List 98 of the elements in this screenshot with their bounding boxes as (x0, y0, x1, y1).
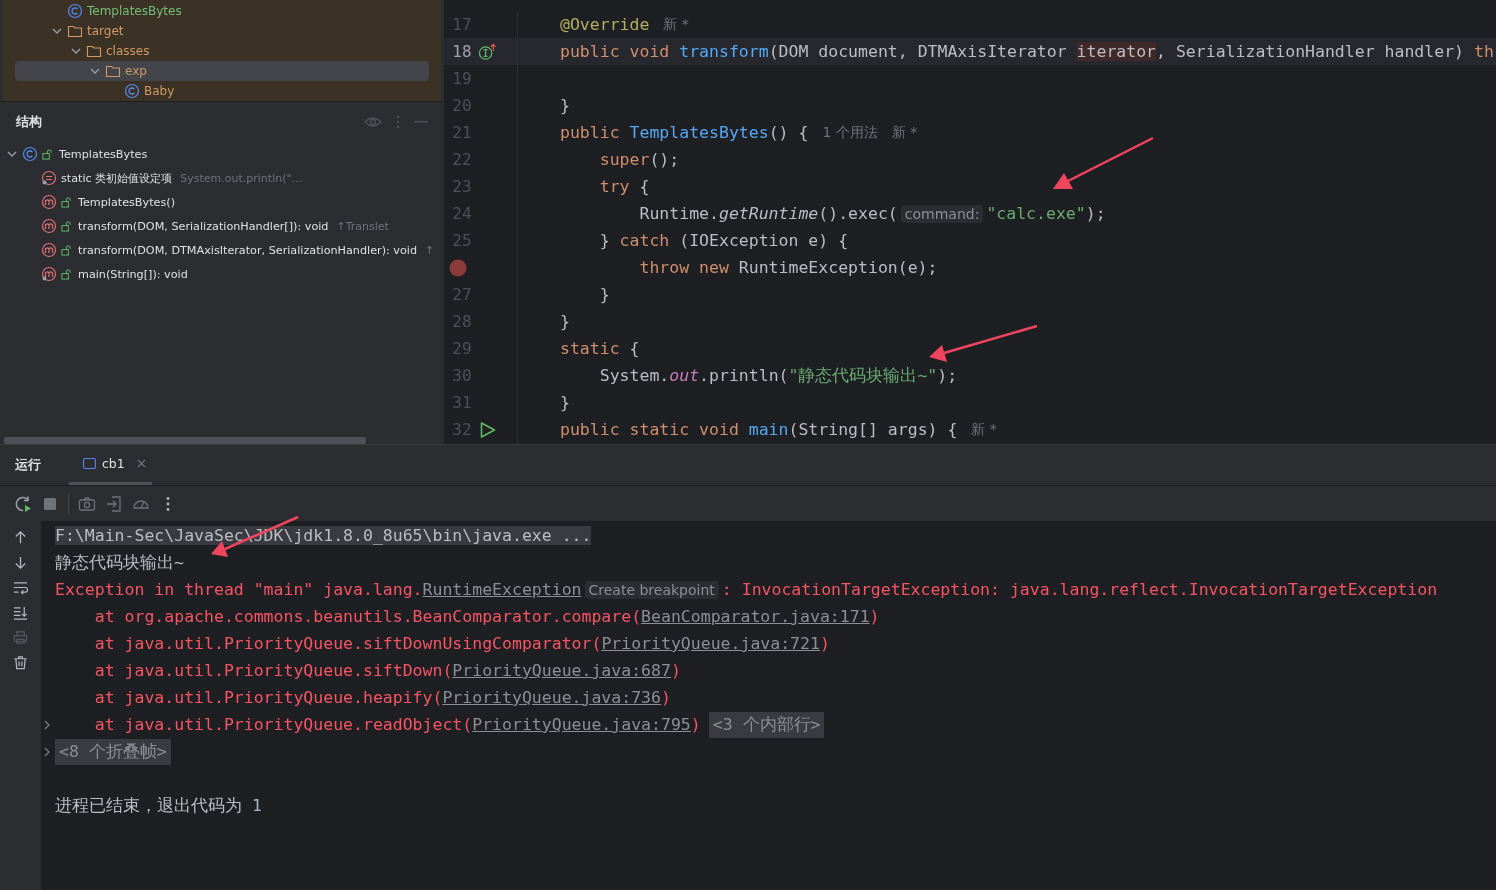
method-icon (41, 266, 57, 282)
folder-icon (105, 63, 121, 79)
camera-icon[interactable] (78, 494, 96, 513)
close-icon[interactable] (136, 459, 146, 468)
class-icon (22, 146, 38, 162)
structure-item-label: transform(DOM, SerializationHandler[]): void (78, 219, 329, 233)
selected-tree-item[interactable]: exp (15, 61, 429, 81)
rerun-icon[interactable] (14, 494, 32, 513)
unlock-icon (61, 196, 72, 208)
class-icon (67, 3, 83, 19)
source-link[interactable]: PriorityQueue.java:795 (472, 715, 691, 734)
panel-title: 结构 (16, 113, 43, 131)
structure-item[interactable]: transform(DOM, SerializationHandler[]): void ↑Translet (0, 214, 444, 238)
inlay-hint: 新 * (891, 123, 918, 142)
structure-item[interactable]: transform(DOM, DTMAxisIterator, SerializationHandler): void ↑ (0, 238, 444, 262)
console-text: 静态代码块输出~ (55, 551, 184, 574)
source-link[interactable]: BeanComparator.java:171 (641, 607, 870, 626)
initializer-icon (41, 170, 57, 186)
trash-icon[interactable] (13, 655, 28, 670)
code-text: } (560, 312, 570, 331)
code-text: public void transform(DOM document, DTMAxisIterator iterator, SerializationHandler handler) th (560, 42, 1494, 61)
structure-item-detail: ↑ (425, 243, 435, 257)
line-number: 18 (451, 42, 472, 61)
unlock-icon (61, 268, 72, 280)
arrow-down-icon[interactable] (13, 555, 28, 570)
code-text: super(); (598, 150, 680, 169)
structure-item-label: TemplatesBytes (59, 147, 148, 161)
source-link[interactable]: PriorityQueue.java:687 (452, 661, 671, 680)
inlay-hint: 1 个用法 (822, 123, 878, 142)
console-text: at java.util.PriorityQueue.readObject(PriorityQueue.java:795) (93, 715, 701, 734)
window-icon (83, 458, 96, 469)
tree-item[interactable]: target (15, 21, 429, 41)
structure-item-detail: ↑Translet (336, 219, 389, 233)
console-text: at java.util.PriorityQueue.siftDown(PriorityQueue.java:687) (93, 661, 681, 680)
tree-item-label: target (87, 24, 124, 38)
code-text: "calc.exe"); (986, 204, 1106, 223)
scrollbar[interactable] (4, 437, 366, 444)
breakpoint-icon[interactable] (448, 258, 467, 277)
method-icon (41, 218, 57, 234)
folder-icon (67, 23, 83, 39)
tree-item[interactable]: classes (15, 41, 429, 61)
console-text: at java.util.PriorityQueue.siftDownUsingComparator(PriorityQueue.java:721) (93, 634, 830, 653)
code-text: static { (560, 339, 640, 358)
soft-wrap-icon[interactable] (13, 580, 28, 595)
breakpoint-hint[interactable]: Create breakpoint (584, 580, 719, 599)
code-text: @Override (560, 15, 650, 34)
inlay-hint: 新 * (663, 15, 689, 34)
console-text: : InvocationTargetException: java.lang.reflect.InvocationTargetException (721, 580, 1438, 599)
console-text: at org.apache.commons.beanutils.BeanComparator.compare(BeanComparator.java:171) (93, 607, 880, 626)
tree-item-label: Baby (144, 84, 175, 98)
structure-item-detail: System.out.println("… (180, 171, 303, 185)
folded-lines[interactable]: <3 个内部行> (708, 711, 825, 738)
unlock-icon (61, 244, 72, 256)
arrow-up-icon[interactable] (13, 530, 28, 545)
code-text: System.out.println("静态代码块输出~"); (598, 364, 958, 387)
tree-item-label: TemplatesBytes (87, 4, 182, 18)
scroll-to-end-icon[interactable] (13, 605, 28, 620)
code-text: } (560, 393, 570, 412)
exit-icon[interactable] (105, 494, 123, 513)
console-text: at java.util.PriorityQueue.heapify(PriorityQueue.java:736) (93, 688, 671, 707)
tree-item[interactable]: TemplatesBytes (15, 1, 429, 21)
folded-lines[interactable]: <8 个折叠帧> (55, 738, 171, 765)
method-icon (41, 194, 57, 210)
source-link[interactable]: RuntimeException (422, 580, 582, 599)
structure-item-label: main(String[]): void (78, 267, 188, 281)
code-text: Runtime.getRuntime().exec( (638, 204, 898, 223)
code-text: } (598, 285, 610, 304)
structure-item[interactable]: static 类初始值设定项 System.out.println("… (0, 166, 444, 190)
structure-item-label: static 类初始值设定项 (61, 170, 173, 186)
tree-item-label: exp (125, 64, 147, 78)
structure-item-label: TemplatesBytes() (78, 195, 175, 209)
code-text: } catch (IOException e) { (598, 231, 849, 250)
source-link[interactable]: PriorityQueue.java:736 (442, 688, 661, 707)
implements-icon[interactable] (477, 42, 497, 61)
code-text: } (560, 96, 570, 115)
tree-item[interactable]: Baby (15, 81, 429, 101)
folder-icon (86, 43, 102, 59)
structure-item[interactable]: main(String[]): void (0, 262, 444, 286)
code-text: public TemplatesBytes() { (560, 123, 809, 142)
unlock-icon (42, 148, 53, 160)
structure-item[interactable]: TemplatesBytes() (0, 190, 444, 214)
code-text: try { (598, 177, 650, 196)
chevron-right-icon[interactable] (43, 718, 51, 731)
tree-item-label: classes (106, 44, 150, 58)
source-link[interactable]: PriorityQueue.java:721 (601, 634, 820, 653)
structure-item-label: transform(DOM, DTMAxisIterator, SerializationHandler): void (78, 243, 417, 257)
console-text: Exception in thread "main" java.lang.RuntimeException (55, 580, 582, 599)
unlock-icon (61, 220, 72, 232)
chevron-right-icon[interactable] (43, 745, 51, 758)
structure-item[interactable]: TemplatesBytes (0, 142, 444, 166)
class-icon (124, 83, 140, 99)
code-text: public static void main(String[] args) { (560, 420, 958, 439)
inlay-hint: 新 * (971, 420, 997, 439)
method-icon (41, 242, 57, 258)
parameter-hint: command: (900, 204, 984, 223)
console-text: 进程已结束，退出代码为 1 (55, 794, 262, 817)
tool-window-title: 运行 (15, 456, 41, 474)
code-text: throw new RuntimeException(e); (638, 258, 938, 277)
